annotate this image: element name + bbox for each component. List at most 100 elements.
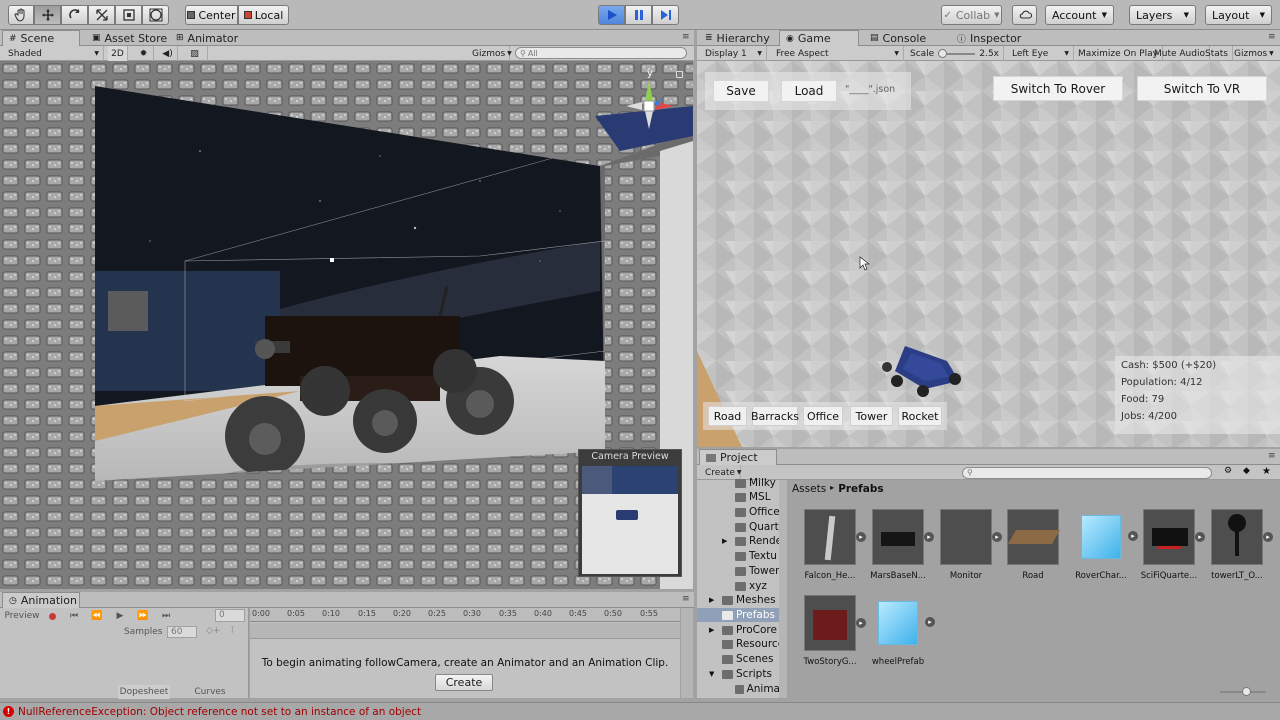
scale-slider-track[interactable] <box>938 48 976 58</box>
switch-to-rover-button[interactable]: Switch To Rover <box>993 76 1123 101</box>
stats-toggle[interactable]: Stats <box>1201 46 1233 61</box>
asset-item[interactable]: ▸ wheelPrefab <box>866 595 935 667</box>
breadcrumb-assets[interactable]: Assets <box>792 483 826 497</box>
tree-item[interactable]: Textu <box>735 549 777 563</box>
asset-item[interactable]: Road <box>1001 509 1065 581</box>
collapse-arrow-icon[interactable]: ▼ <box>709 670 722 678</box>
audio-toggle[interactable]: ◀) <box>158 46 178 61</box>
tab-inspector[interactable]: ⓘ Inspector <box>951 30 1027 46</box>
move-tool-button[interactable] <box>34 5 61 25</box>
preview-toggle[interactable]: Preview <box>4 609 40 623</box>
prefab-expand-icon[interactable]: ▸ <box>856 618 866 628</box>
tree-item[interactable]: Anima <box>735 682 780 696</box>
filename-field[interactable]: "____".json <box>845 84 905 100</box>
asset-item[interactable]: ▸ RoverChar... <box>1069 509 1138 581</box>
expand-arrow-icon[interactable]: ▶ <box>709 596 722 604</box>
account-dropdown[interactable]: Account ▼ <box>1045 5 1114 25</box>
scale-slider[interactable]: Scale 2.5x <box>906 46 1004 61</box>
build-tower-button[interactable]: Tower <box>850 406 893 426</box>
tree-item[interactable]: Office <box>735 505 780 519</box>
asset-item[interactable]: ▸ Falcon_He... <box>798 509 866 581</box>
scene-search-input[interactable]: ⚲ All <box>515 47 687 59</box>
display-dropdown[interactable]: Display 1 ▼ <box>701 46 767 61</box>
tree-item[interactable]: xyz <box>735 579 767 593</box>
tree-item[interactable]: Milky <box>735 476 776 490</box>
scale-tool-button[interactable] <box>88 5 115 25</box>
asset-item[interactable]: ▸ Monitor <box>934 509 1002 581</box>
samples-field[interactable]: 60 <box>167 626 197 638</box>
tree-item[interactable]: Quart <box>735 520 779 534</box>
next-keyframe-button[interactable]: ⏩ <box>133 609 153 623</box>
switch-to-vr-button[interactable]: Switch To VR <box>1137 76 1267 101</box>
tab-project[interactable]: Project <box>699 449 777 465</box>
project-panel-menu-icon[interactable]: ≡ <box>1268 451 1276 461</box>
tree-item-selected[interactable]: Prefabs <box>697 608 786 622</box>
pivot-center-toggle[interactable]: Center <box>185 5 238 25</box>
build-rocket-button[interactable]: Rocket <box>898 406 942 426</box>
eye-dropdown[interactable]: Left Eye ▼ <box>1008 46 1074 61</box>
lock-icon[interactable] <box>676 71 683 78</box>
transform-tool-button[interactable] <box>142 5 169 25</box>
anim-play-button[interactable]: ▶ <box>110 609 130 623</box>
thumbnail-size-slider[interactable] <box>1220 687 1266 696</box>
favorite-star-icon[interactable]: ★ <box>1262 466 1271 477</box>
tree-scrollbar[interactable] <box>779 480 787 698</box>
build-barracks-button[interactable]: Barracks <box>751 406 799 426</box>
add-event-icon[interactable]: ⊺ <box>230 626 235 636</box>
hand-tool-button[interactable] <box>8 5 34 25</box>
asset-item[interactable]: ▸ SciFiQuarte... <box>1137 509 1205 581</box>
tree-item[interactable]: ▼ Scripts <box>709 667 772 681</box>
tab-animation[interactable]: ◷ Animation <box>2 592 80 608</box>
first-keyframe-button[interactable]: ⏮ <box>64 609 84 623</box>
tree-item[interactable]: ▶ ProCore <box>709 623 777 637</box>
game-panel-menu-icon[interactable]: ≡ <box>1268 32 1276 42</box>
scene-panel-menu-icon[interactable]: ≡ <box>682 32 690 42</box>
create-animation-button[interactable]: Create <box>435 674 493 691</box>
prefab-expand-icon[interactable]: ▸ <box>924 532 934 542</box>
scene-gizmos-dropdown[interactable]: Gizmos ▼ <box>468 46 512 61</box>
dopesheet-tab[interactable]: Dopesheet <box>118 685 170 699</box>
tree-item[interactable]: ▶ Meshes <box>709 593 776 607</box>
tab-asset-store[interactable]: ▣ Asset Store <box>86 30 173 46</box>
lighting-toggle[interactable]: ✹ <box>134 46 154 61</box>
last-keyframe-button[interactable]: ⏭ <box>156 609 176 623</box>
effects-dropdown[interactable]: ▨ <box>182 46 208 61</box>
tab-console[interactable]: ▤ Console <box>864 30 932 46</box>
tree-item[interactable]: MSL <box>735 490 771 504</box>
thumbnail-size-handle[interactable] <box>1242 687 1251 696</box>
build-office-button[interactable]: Office <box>803 406 843 426</box>
game-viewport[interactable]: Save Load "____".json Switch To Rover Sw… <box>697 61 1280 447</box>
animation-panel-menu-icon[interactable]: ≡ <box>682 594 690 604</box>
status-bar[interactable]: ! NullReferenceException: Object referen… <box>0 702 1280 720</box>
scene-viewport[interactable]: y Camera Preview <box>0 61 693 589</box>
step-button[interactable] <box>652 5 679 25</box>
asset-item[interactable]: ▸ MarsBaseN... <box>866 509 934 581</box>
tab-game[interactable]: ◉ Game <box>779 30 859 46</box>
build-road-button[interactable]: Road <box>708 406 747 426</box>
aspect-dropdown[interactable]: Free Aspect ▼ <box>772 46 904 61</box>
project-search-input[interactable]: ⚲ <box>962 467 1212 479</box>
collab-dropdown[interactable]: ✓ Collab ▼ <box>941 5 1002 25</box>
tree-item[interactable]: Scenes <box>722 652 773 666</box>
load-button[interactable]: Load <box>781 80 837 102</box>
frame-field[interactable]: 0 <box>215 609 245 622</box>
2d-toggle[interactable]: 2D <box>108 46 128 61</box>
pause-button[interactable] <box>625 5 652 25</box>
filter-by-type-icon[interactable]: ⚙ <box>1224 466 1232 476</box>
layers-dropdown[interactable]: Layers ▼ <box>1129 5 1196 25</box>
tree-item[interactable]: Resource <box>722 637 784 651</box>
animation-scrollbar[interactable] <box>681 608 693 698</box>
tree-item[interactable]: ▶ Rende <box>722 534 782 548</box>
previous-keyframe-button[interactable]: ⏪ <box>87 609 107 623</box>
filter-by-label-icon[interactable]: ◆ <box>1243 466 1250 476</box>
breadcrumb-prefabs[interactable]: Prefabs <box>838 483 883 497</box>
tree-item[interactable]: Tower <box>735 564 779 578</box>
layout-dropdown[interactable]: Layout ▼ <box>1205 5 1272 25</box>
tab-hierarchy[interactable]: ≣ Hierarchy <box>699 30 776 46</box>
rect-tool-button[interactable] <box>115 5 142 25</box>
expand-arrow-icon[interactable]: ▶ <box>722 537 735 545</box>
prefab-expand-icon[interactable]: ▸ <box>856 532 866 542</box>
tab-animator[interactable]: ⊞ Animator <box>170 30 244 46</box>
local-space-toggle[interactable]: Local <box>238 5 289 25</box>
expand-arrow-icon[interactable]: ▶ <box>709 626 722 634</box>
